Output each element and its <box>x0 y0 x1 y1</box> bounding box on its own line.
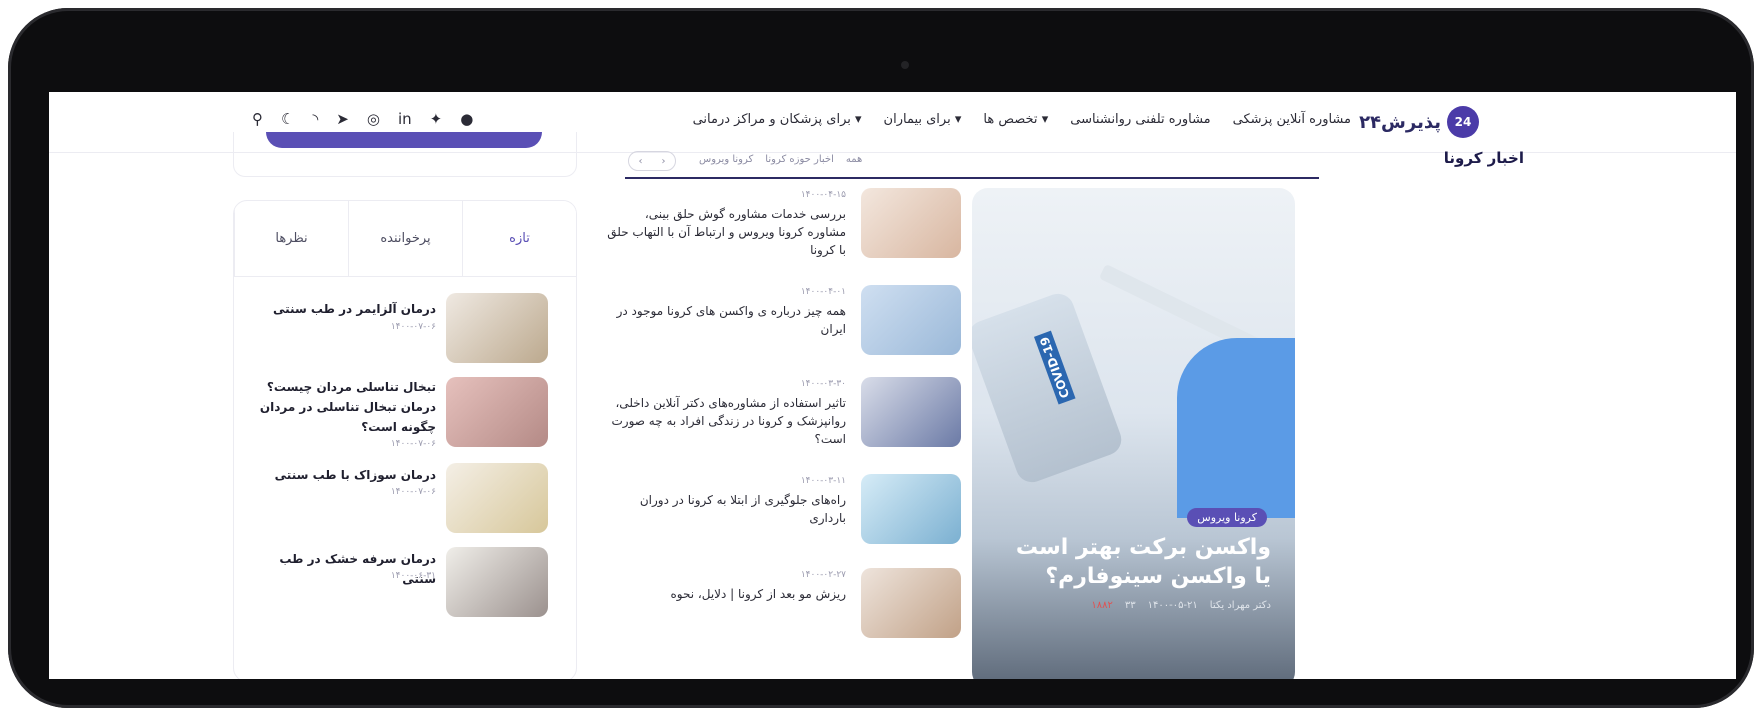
news-date: ۱۴۰۰-۰۴-۰۱ <box>800 287 846 297</box>
tab-recent[interactable]: تازه <box>462 201 576 276</box>
linkedin-icon[interactable]: in <box>398 110 412 128</box>
logo-badge: 24 <box>1447 106 1479 138</box>
section-pager: ‹ › <box>628 151 676 171</box>
news-title[interactable]: ریزش مو بعد از کرونا | دلایل، نحوه <box>606 585 846 603</box>
list-item[interactable]: ۱۴۰۰-۰۲-۲۷ ریزش مو بعد از کرونا | دلایل،… <box>581 568 961 648</box>
list-item[interactable]: تبخال تناسلی مردان چیست؟ درمان تبخال تنا… <box>234 377 576 457</box>
menu-doctors[interactable]: برای پزشکان و مراکز درمانی ▾ <box>693 112 862 127</box>
news-thumbnail[interactable] <box>861 568 961 638</box>
glove-image <box>1177 338 1295 518</box>
menu-phone-consult[interactable]: مشاوره تلفنی روانشناسی <box>1070 112 1210 127</box>
list-item[interactable]: ۱۴۰۰-۰۳-۱۱ راه‌های جلوگیری از ابتلا به ک… <box>581 474 961 554</box>
vial-label: COVID-19 <box>1033 330 1076 405</box>
tab-popular[interactable]: پرخواننده <box>348 201 462 276</box>
news-date: ۱۴۰۰-۰۲-۲۷ <box>800 570 846 580</box>
news-title[interactable]: تاثیر استفاده از مشاوره‌های دکتر آنلاین … <box>606 394 847 448</box>
list-item[interactable]: ۱۴۰۰-۰۳-۳۰ تاثیر استفاده از مشاوره‌های د… <box>581 377 961 467</box>
post-date: ۱۴۰۰-۰۷-۰۶ <box>390 439 436 449</box>
post-date: ۱۴۰۰-۰۷-۰۶ <box>390 487 436 497</box>
post-date: ۱۴۰۰-۰۵-۲۱ <box>1147 600 1198 611</box>
chevron-left-icon[interactable]: ‹ <box>639 156 643 167</box>
section-tab-all[interactable]: همه <box>846 154 862 165</box>
list-item[interactable]: درمان سرفه خشک در طب سنتی ۱۴۰۰-۰۶-۳۱ <box>234 547 576 627</box>
browser-screen: 24 پذیرش۲۴ مشاوره آنلاین پزشکی مشاوره تل… <box>49 92 1736 679</box>
list-item[interactable]: درمان سوزاک با طب سنتی ۱۴۰۰-۰۷-۰۶ <box>234 463 576 543</box>
news-thumbnail[interactable] <box>861 285 961 355</box>
twitter-icon[interactable]: ✦ <box>430 110 443 128</box>
camera-dot <box>901 61 909 69</box>
featured-meta: دکتر مهراد یکتا ۱۴۰۰-۰۵-۲۱ ۳۳ ۱۸۸۲ <box>1091 600 1271 611</box>
sidebar-tabs-widget: تازه پرخواننده نظرها درمان آلزایمر در طب… <box>233 200 577 679</box>
section-tab-virus[interactable]: کرونا ویروس <box>699 154 753 165</box>
post-date: ۱۴۰۰-۰۷-۰۶ <box>390 322 436 332</box>
menu-online-consult[interactable]: مشاوره آنلاین پزشکی <box>1233 112 1351 127</box>
moon-icon[interactable]: ☾ <box>281 110 294 128</box>
widget-tabs: تازه پرخواننده نظرها <box>234 201 576 277</box>
section-tabs: کرونا ویروس اخبار حوزه کرونا همه <box>699 154 862 165</box>
section-tab-news[interactable]: اخبار حوزه کرونا <box>765 154 834 165</box>
news-title[interactable]: راه‌های جلوگیری از ابتلا به کرونا در دور… <box>606 491 846 527</box>
list-item[interactable]: ۱۴۰۰-۰۴-۱۵ بررسی خدمات مشاوره گوش حلق بی… <box>581 188 961 268</box>
featured-article-card[interactable]: COVID-19 کرونا ویروس واکسن برکت بهتر است… <box>972 188 1295 679</box>
github-icon[interactable]: ● <box>460 110 473 128</box>
vial-image: COVID-19 <box>972 289 1126 487</box>
list-item[interactable]: ۱۴۰۰-۰۴-۰۱ همه چیز درباره ی واکسن های کر… <box>581 285 961 365</box>
post-thumbnail[interactable] <box>446 377 548 447</box>
nav-icons: ⚲ ☾ ◝ ➤ ◎ in ✦ ● <box>252 110 473 128</box>
featured-title[interactable]: واکسن برکت بهتر است یا واکسن سینوفارم؟ <box>1011 533 1271 591</box>
sidebar-top-button[interactable] <box>266 132 542 148</box>
news-thumbnail[interactable] <box>861 188 961 258</box>
menu-specialties[interactable]: تخصص ها ▾ <box>983 112 1048 127</box>
menu-patients[interactable]: برای بیماران ▾ <box>884 112 962 127</box>
news-thumbnail[interactable] <box>861 474 961 544</box>
view-count: ۱۸۸۲ <box>1091 600 1113 611</box>
news-date: ۱۴۰۰-۰۳-۱۱ <box>800 476 846 486</box>
post-title[interactable]: درمان آلزایمر در طب سنتی <box>256 299 436 319</box>
tab-comments[interactable]: نظرها <box>234 201 348 276</box>
list-item[interactable]: درمان آلزایمر در طب سنتی ۱۴۰۰-۰۷-۰۶ <box>234 293 576 373</box>
news-title[interactable]: بررسی خدمات مشاوره گوش حلق بینی، مشاوره … <box>606 205 846 259</box>
chevron-right-icon[interactable]: › <box>662 156 666 167</box>
news-date: ۱۴۰۰-۰۴-۱۵ <box>800 190 846 200</box>
comment-count[interactable]: ۳۳ <box>1125 600 1136 611</box>
news-title[interactable]: همه چیز درباره ی واکسن های کرونا موجود د… <box>606 302 846 338</box>
news-date: ۱۴۰۰-۰۳-۳۰ <box>800 379 846 389</box>
main-menu: مشاوره آنلاین پزشکی مشاوره تلفنی روانشنا… <box>693 112 1351 127</box>
telegram-icon[interactable]: ➤ <box>336 110 349 128</box>
instagram-icon[interactable]: ◎ <box>367 110 380 128</box>
site-logo[interactable]: 24 پذیرش۲۴ <box>1359 106 1479 138</box>
section-title: اخبار کرونا <box>1443 149 1524 167</box>
post-thumbnail[interactable] <box>446 463 548 533</box>
category-badge[interactable]: کرونا ویروس <box>1187 508 1267 527</box>
post-title[interactable]: تبخال تناسلی مردان چیست؟ درمان تبخال تنا… <box>256 377 436 437</box>
search-icon[interactable]: ⚲ <box>252 110 263 128</box>
post-date: ۱۴۰۰-۰۶-۳۱ <box>390 571 436 581</box>
post-title[interactable]: درمان سوزاک با طب سنتی <box>256 465 436 485</box>
author-name[interactable]: دکتر مهراد یکتا <box>1210 600 1271 611</box>
logo-text: پذیرش۲۴ <box>1359 111 1441 133</box>
news-thumbnail[interactable] <box>861 377 961 447</box>
post-title[interactable]: درمان سرفه خشک در طب سنتی <box>256 549 436 589</box>
post-thumbnail[interactable] <box>446 293 548 363</box>
section-divider <box>625 177 1319 179</box>
rss-icon[interactable]: ◝ <box>312 110 318 128</box>
post-thumbnail[interactable] <box>446 547 548 617</box>
